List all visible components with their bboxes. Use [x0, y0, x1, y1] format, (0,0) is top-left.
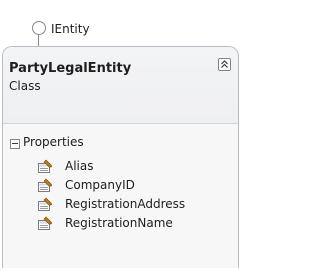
property-label: CompanyID	[65, 178, 135, 192]
properties-section-label[interactable]: Properties	[23, 135, 84, 150]
class-shape[interactable]: PartyLegalEntity Class Properties Alias …	[2, 46, 239, 268]
property-label: RegistrationAddress	[65, 197, 186, 211]
double-chevron-up-icon[interactable]	[218, 58, 231, 71]
property-icon	[38, 216, 52, 230]
property-item[interactable]: CompanyID	[37, 177, 232, 195]
class-header[interactable]: PartyLegalEntity Class	[3, 47, 238, 123]
property-item[interactable]: Alias	[37, 158, 232, 176]
class-diagram-canvas: IEntity PartyLegalEntity Class Propertie…	[0, 0, 243, 271]
property-label: RegistrationName	[65, 216, 173, 230]
collapse-minus-icon[interactable]	[10, 139, 20, 149]
property-icon	[38, 197, 52, 211]
interface-connector-line	[38, 35, 39, 46]
property-icon	[38, 159, 52, 173]
interface-name: IEntity	[51, 22, 90, 36]
property-icon	[38, 178, 52, 192]
property-item[interactable]: RegistrationAddress	[37, 196, 232, 214]
class-kind: Class	[9, 79, 41, 93]
property-item[interactable]: RegistrationName	[37, 215, 232, 233]
class-name: PartyLegalEntity	[9, 61, 132, 76]
property-label: Alias	[65, 159, 94, 173]
interface-lollipop-icon	[32, 21, 46, 35]
